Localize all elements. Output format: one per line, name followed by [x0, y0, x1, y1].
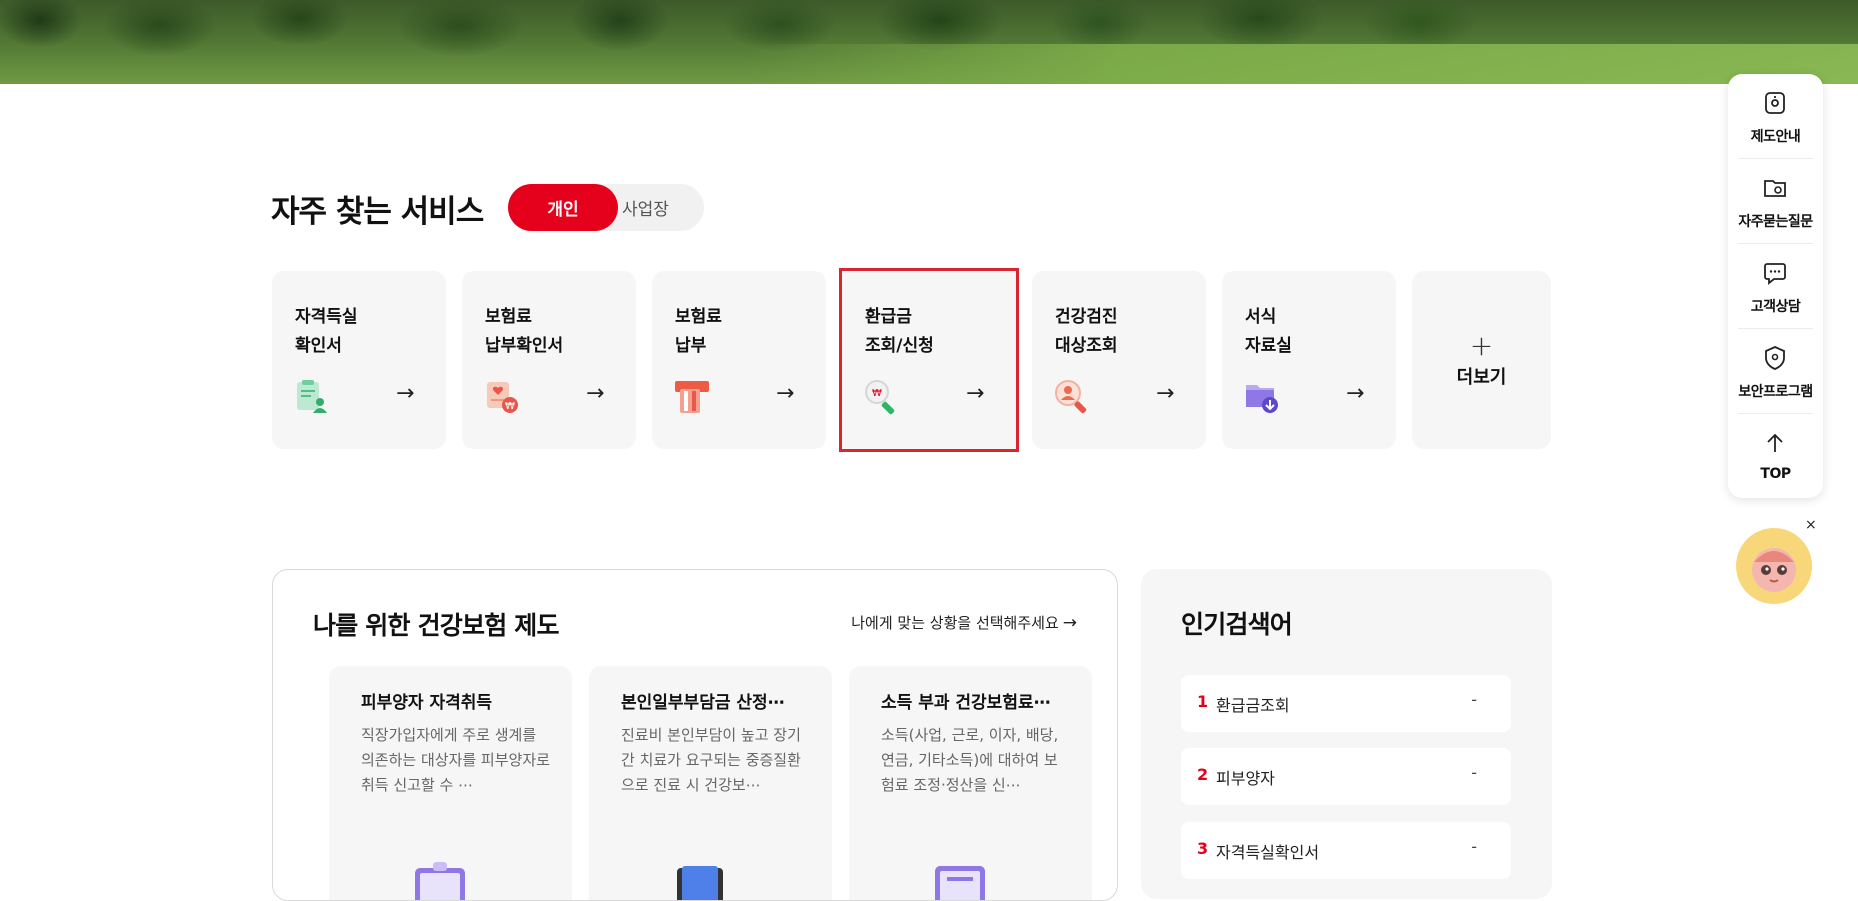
person-search-icon — [1055, 380, 1087, 414]
service-card-refund[interactable]: 환급금 조회/신청 ₩ → — [839, 268, 1019, 452]
program-card-desc: 진료비 본인부담이 높고 장기간 치료가 요구되는 중증질환으로 진료 시 건강… — [621, 726, 801, 794]
quick-item-top[interactable]: TOP — [1728, 414, 1823, 498]
quick-label: 자주묻는질문 — [1738, 214, 1813, 230]
more-services-button[interactable]: + 더보기 — [1412, 271, 1551, 449]
program-card-title: 본인일부부담금 산정⋯ — [621, 693, 785, 713]
quick-item-guide[interactable]: 제도안내 — [1728, 74, 1823, 158]
arrow-right-icon: → — [1156, 381, 1175, 406]
popular-search-panel: 인기검색어 1 환급금조회 - 2 피부양자 - 3 자격득실확인서 - — [1141, 569, 1552, 899]
certificate-person-icon — [297, 380, 327, 413]
hospital-bed-icon — [677, 866, 723, 900]
arrow-right-icon: → — [1346, 381, 1365, 406]
service-card-label: 보험료 납부확인서 — [485, 307, 564, 356]
search-keyword: 피부양자 — [1216, 769, 1275, 788]
shield-icon — [1765, 346, 1785, 370]
service-card-label: 보험료 납부 — [675, 307, 722, 356]
service-card-qualification[interactable]: 자격득실 확인서 → — [272, 271, 446, 449]
quick-item-security[interactable]: 보안프로그램 — [1728, 329, 1823, 413]
quick-menu-bar: 제도안내 자주묻는질문 고객상담 보안프로그램 TOP — [1728, 74, 1823, 498]
svg-text:₩: ₩ — [505, 401, 515, 412]
quick-label: 고객상담 — [1750, 299, 1801, 315]
service-card-checkup[interactable]: 건강검진 대상조회 → — [1032, 271, 1206, 449]
rank-change: - — [1471, 837, 1477, 856]
popular-search-item[interactable]: 3 자격득실확인서 - — [1181, 822, 1511, 879]
toggle-individual[interactable]: 개인 — [508, 184, 618, 231]
popular-search-item[interactable]: 1 환급금조회 - — [1181, 675, 1511, 732]
arrow-right-icon: → — [966, 381, 985, 406]
arrow-right-icon: → — [1062, 613, 1077, 633]
service-card-forms[interactable]: 서식 자료실 → — [1222, 271, 1396, 449]
program-card-desc: 소득(사업, 근로, 이자, 배당, 연금, 기타소득)에 대하여 보험료 조정… — [881, 726, 1059, 794]
program-card-title: 피부양자 자격취득 — [361, 693, 493, 713]
rank-number: 1 — [1197, 692, 1209, 711]
service-card-label: 건강검진 대상조회 — [1055, 307, 1118, 356]
service-card-label: 자격득실 확인서 — [295, 307, 358, 356]
document-icon — [935, 866, 985, 900]
service-card-premium-payment[interactable]: 보험료 납부 → — [652, 271, 826, 449]
program-card-dependent[interactable]: 피부양자 자격취득 직장가입자에게 주로 생계를 의존하는 대상자를 피부양자로… — [329, 666, 572, 900]
frequent-services-title: 자주 찾는 서비스 — [271, 194, 484, 230]
arrow-right-icon: → — [396, 381, 415, 406]
rank-number: 3 — [1197, 839, 1209, 858]
hero-lawn — [0, 44, 1858, 84]
quick-item-consult[interactable]: 고객상담 — [1728, 244, 1823, 328]
service-card-label: 환급금 조회/신청 — [865, 307, 934, 356]
mascot-chatbot-button[interactable] — [1736, 528, 1812, 604]
payment-doc-icon: ₩ — [487, 382, 518, 413]
svg-text:₩: ₩ — [872, 388, 882, 399]
search-keyword: 환급금조회 — [1216, 696, 1290, 715]
faq-folder-icon — [1764, 180, 1786, 197]
rank-change: - — [1471, 690, 1477, 709]
clipboard-icon — [415, 862, 465, 900]
quick-label: 제도안내 — [1750, 129, 1801, 145]
arrow-right-icon: → — [586, 381, 605, 406]
search-keyword: 자격득실확인서 — [1216, 843, 1320, 862]
quick-label: TOP — [1760, 466, 1791, 482]
arrow-up-icon — [1767, 433, 1783, 452]
mascot-character-icon — [1752, 548, 1796, 592]
quick-label: 보안프로그램 — [1738, 384, 1813, 400]
guide-icon — [1765, 92, 1785, 114]
plus-icon: + — [1469, 329, 1494, 362]
refund-search-icon: ₩ — [865, 380, 895, 415]
chat-icon — [1764, 263, 1786, 285]
popular-search-title: 인기검색어 — [1181, 610, 1293, 639]
more-label: 더보기 — [1456, 367, 1507, 388]
program-card-title: 소득 부과 건강보험료⋯ — [881, 693, 1051, 713]
program-card-copayment[interactable]: 본인일부부담금 산정⋯ 진료비 본인부담이 높고 장기간 치료가 요구되는 중증… — [589, 666, 832, 900]
folder-download-icon — [1246, 385, 1278, 413]
insurance-programs-panel: 나를 위한 건강보험 제도 나에게 맞는 상황을 선택해주세요 → 피부양자 자격… — [272, 569, 1118, 901]
program-card-desc: 직장가입자에게 주로 생계를 의존하는 대상자를 피부양자로 취득 신고할 수 … — [361, 726, 550, 794]
rank-change: - — [1471, 763, 1477, 782]
select-situation-label: 나에게 맞는 상황을 선택해주세요 — [851, 614, 1059, 632]
service-card-label: 서식 자료실 — [1245, 307, 1292, 356]
arrow-right-icon: → — [776, 381, 795, 406]
rank-number: 2 — [1197, 765, 1209, 784]
program-card-income-premium[interactable]: 소득 부과 건강보험료⋯ 소득(사업, 근로, 이자, 배당, 연금, 기타소득… — [849, 666, 1092, 900]
select-situation-link[interactable]: 나에게 맞는 상황을 선택해주세요 → — [851, 612, 1077, 633]
insurance-panel-title: 나를 위한 건강보험 제도 — [313, 611, 560, 640]
quick-item-faq[interactable]: 자주묻는질문 — [1728, 159, 1823, 243]
card-payment-icon — [675, 381, 709, 413]
hero-banner-image — [0, 0, 1858, 84]
service-card-payment-certificate[interactable]: 보험료 납부확인서 ₩ → — [462, 271, 636, 449]
toggle-business[interactable]: 사업장 — [618, 184, 704, 231]
popular-search-item[interactable]: 2 피부양자 - — [1181, 748, 1511, 805]
user-type-toggle: 개인 사업장 — [508, 184, 704, 231]
